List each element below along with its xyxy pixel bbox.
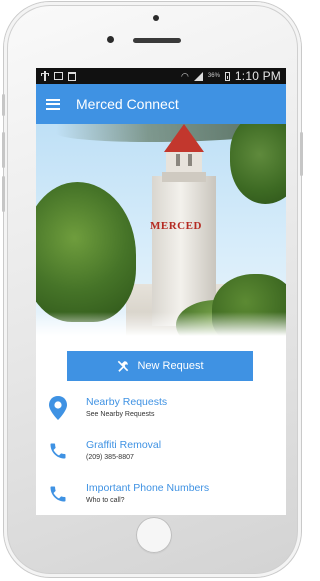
status-bar: ◠ 36% 1:10 PM [36, 68, 286, 84]
battery-icon [224, 71, 230, 81]
menu-item-title: Important Phone Numbers [86, 482, 210, 494]
proximity-sensor [153, 15, 159, 21]
phone-icon [50, 443, 66, 459]
volume-up-button [2, 132, 5, 168]
phone-frame: ◠ 36% 1:10 PM Merced Connect MERCED New … [2, 2, 303, 577]
tower-belfry [166, 150, 202, 172]
app-bar: Merced Connect [36, 84, 286, 124]
red-spire [164, 124, 204, 152]
tree-right [230, 124, 286, 204]
status-time: 1:10 PM [234, 69, 281, 83]
usb-icon [41, 71, 49, 81]
battery-percent: 36% [207, 73, 220, 79]
menu-item-subtitle: (209) 385-8807 [86, 454, 134, 461]
new-request-label: New Request [137, 360, 204, 372]
tower-sign: MERCED [150, 220, 202, 232]
status-left [41, 71, 76, 81]
phone-screen: ◠ 36% 1:10 PM Merced Connect MERCED New … [36, 68, 286, 515]
mute-switch [2, 94, 5, 116]
tower-window [176, 154, 180, 166]
new-request-button[interactable]: New Request [67, 351, 253, 381]
volume-down-button [2, 176, 5, 212]
menu-item-title: Graffiti Removal [86, 439, 162, 451]
tower-window [188, 154, 192, 166]
wifi-icon: ◠ [181, 70, 189, 81]
menu-item-subtitle: See Nearby Requests [86, 411, 155, 418]
signal-icon [193, 71, 203, 81]
gallery-icon [54, 72, 63, 80]
notes-icon [68, 71, 76, 81]
hero-fade [36, 312, 286, 336]
menu-item-title: Nearby Requests [86, 396, 168, 408]
menu-item-nearby-requests[interactable]: Nearby Requests See Nearby Requests [36, 395, 286, 438]
menu-item-important-phone-numbers[interactable]: Important Phone Numbers Who to call? [36, 481, 286, 515]
hamburger-menu-icon[interactable] [46, 98, 60, 110]
phone-icon [50, 486, 66, 502]
power-button [300, 132, 303, 176]
menu-item-graffiti-removal[interactable]: Graffiti Removal (209) 385-8807 [36, 438, 286, 481]
menu-list: Nearby Requests See Nearby Requests Graf… [36, 395, 286, 515]
tree-left [36, 182, 136, 322]
front-camera [107, 36, 114, 43]
app-title: Merced Connect [76, 96, 179, 112]
home-button[interactable] [136, 517, 172, 553]
location-pin-icon [49, 396, 67, 420]
tower-ledge [162, 172, 206, 182]
menu-item-subtitle: Who to call? [86, 497, 125, 504]
status-right: ◠ 36% 1:10 PM [181, 69, 281, 83]
tools-icon [118, 360, 129, 372]
hero-image: MERCED [36, 124, 286, 336]
earpiece-speaker [133, 38, 181, 43]
